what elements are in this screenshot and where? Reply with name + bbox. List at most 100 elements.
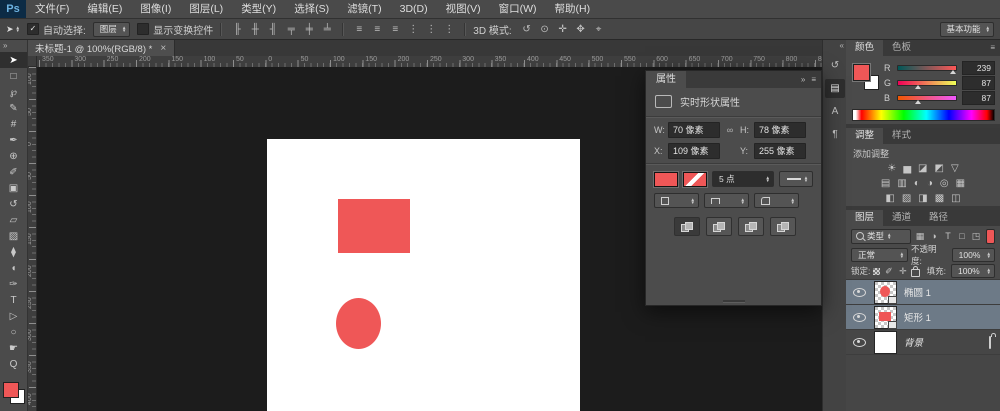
slider-marker-icon[interactable] xyxy=(950,70,956,74)
opacity-dropdown[interactable]: 100% xyxy=(952,248,995,262)
menu-item[interactable]: 视图(V) xyxy=(437,0,490,18)
rectangle-shape[interactable] xyxy=(338,199,410,253)
color-slider[interactable] xyxy=(897,80,957,86)
paragraph-panel-icon[interactable]: ¶ xyxy=(825,125,845,144)
pixel-layer-filter-icon[interactable]: ▦ xyxy=(914,231,926,242)
auto-select-target-dropdown[interactable]: 图层 xyxy=(93,22,130,37)
blend-mode-dropdown[interactable]: 正常 xyxy=(851,248,908,262)
type-tool[interactable]: T xyxy=(0,292,27,308)
photo-filter-icon[interactable]: ◑ xyxy=(927,179,933,189)
stroke-type-dropdown[interactable] xyxy=(779,171,813,187)
layer-thumbnail[interactable] xyxy=(874,281,897,304)
panel-menu-icon[interactable]: ≡ xyxy=(811,75,816,84)
layer-name[interactable]: 背景 xyxy=(904,335,923,349)
menu-item[interactable]: 图像(I) xyxy=(131,0,180,18)
gradient-map-icon[interactable]: ◫ xyxy=(951,194,960,204)
selective-color-icon[interactable]: ▩ xyxy=(935,194,944,204)
exclude-shapes-button[interactable] xyxy=(770,217,796,236)
intersect-shapes-button[interactable] xyxy=(738,217,764,236)
subtract-front-shape-button[interactable] xyxy=(706,217,732,236)
width-field[interactable]: 70 像素 xyxy=(668,122,720,138)
collapse-panel-icon[interactable]: » xyxy=(801,75,805,84)
panel-tab[interactable]: 通道 xyxy=(883,210,920,226)
lasso-tool[interactable]: ℘ xyxy=(0,84,27,100)
distribute-bottom-edges-icon[interactable]: ≡ xyxy=(387,22,403,37)
clone-stamp-tool[interactable]: ▣ xyxy=(0,180,27,196)
layer-row[interactable]: 椭圆 1 xyxy=(846,280,1000,305)
history-brush-tool[interactable]: ↺ xyxy=(0,196,27,212)
3d-roll-icon[interactable]: ⊙ xyxy=(537,22,553,37)
color-slider[interactable] xyxy=(897,65,957,71)
align-left-edges-icon[interactable]: ╟ xyxy=(229,22,245,37)
crop-tool[interactable]: # xyxy=(0,116,27,132)
distribute-horizontal-centers-icon[interactable]: ⋮ xyxy=(423,22,439,37)
stroke-align-select[interactable] xyxy=(654,193,699,208)
collapse-toolbar-button[interactable]: » xyxy=(0,40,27,52)
foreground-background-swatches[interactable] xyxy=(3,382,25,404)
invert-icon[interactable]: ◧ xyxy=(885,194,894,204)
vibrance-icon[interactable]: ▽ xyxy=(951,164,959,174)
type-layer-filter-icon[interactable]: T xyxy=(942,231,954,242)
align-bottom-edges-icon[interactable]: ╧ xyxy=(319,22,335,37)
exposure-icon[interactable]: ◩ xyxy=(934,164,943,174)
y-field[interactable]: 255 像素 xyxy=(754,143,806,159)
ellipse-shape[interactable] xyxy=(336,298,381,349)
auto-select-checkbox[interactable]: ✓ 自动选择: xyxy=(27,22,86,37)
blur-tool[interactable]: ⧫ xyxy=(0,244,27,260)
panel-tab[interactable]: 图层 xyxy=(846,210,883,226)
layer-visibility-eye-icon[interactable] xyxy=(853,288,866,297)
distribute-right-edges-icon[interactable]: ⋮ xyxy=(441,22,457,37)
foreground-color-swatch[interactable] xyxy=(3,382,19,398)
layer-row[interactable]: 矩形 1 xyxy=(846,305,1000,330)
layer-filter-toggle[interactable] xyxy=(986,229,995,244)
slider-marker-icon[interactable] xyxy=(915,100,921,104)
color-spectrum-ramp[interactable] xyxy=(852,109,995,121)
panel-tab[interactable]: 色板 xyxy=(883,40,920,56)
layer-visibility-eye-icon[interactable] xyxy=(853,313,866,322)
tool-preset-picker[interactable]: ➤ xyxy=(6,24,20,35)
fill-dropdown[interactable]: 100% xyxy=(951,264,995,278)
slider-marker-icon[interactable] xyxy=(915,85,921,89)
lock-position-icon[interactable]: ✛ xyxy=(897,266,908,277)
menu-item[interactable]: 文件(F) xyxy=(26,0,78,18)
levels-icon[interactable]: ▅ xyxy=(903,164,911,174)
document-canvas[interactable] xyxy=(267,139,580,411)
color-slider[interactable] xyxy=(897,95,957,101)
quick-selection-tool[interactable]: ✎ xyxy=(0,100,27,116)
stroke-cap-select[interactable] xyxy=(704,193,749,208)
align-horizontal-centers-icon[interactable]: ╫ xyxy=(247,22,263,37)
properties-panel-icon[interactable]: ▤ xyxy=(825,79,845,98)
black-white-icon[interactable]: ◐ xyxy=(914,179,920,189)
combine-shapes-button[interactable] xyxy=(674,217,700,236)
show-transform-checkbox[interactable]: 显示变换控件 xyxy=(137,22,213,37)
menu-item[interactable]: 类型(Y) xyxy=(232,0,285,18)
layer-filter-dropdown[interactable]: 类型 xyxy=(851,229,911,244)
panel-tab[interactable]: 颜色 xyxy=(846,40,883,56)
posterize-icon[interactable]: ▨ xyxy=(902,194,911,204)
menu-item[interactable]: 滤镜(T) xyxy=(338,0,390,18)
eraser-tool[interactable]: ▱ xyxy=(0,212,27,228)
x-field[interactable]: 109 像素 xyxy=(668,143,720,159)
path-selection-tool[interactable]: ▷ xyxy=(0,308,27,324)
adjustment-layer-filter-icon[interactable]: ◑ xyxy=(928,231,940,242)
menu-item[interactable]: 选择(S) xyxy=(285,0,338,18)
3d-drag-icon[interactable]: ✛ xyxy=(555,22,571,37)
move-tool[interactable]: ➤ xyxy=(0,52,27,68)
ruler-origin-corner[interactable] xyxy=(27,56,37,67)
height-field[interactable]: 78 像素 xyxy=(754,122,806,138)
stroke-width-field[interactable]: 5 点 xyxy=(712,171,774,187)
lock-image-pixels-icon[interactable]: ✐ xyxy=(883,266,894,277)
channel-value-field[interactable]: 239 xyxy=(962,61,995,75)
zoom-tool[interactable]: Q xyxy=(0,356,27,372)
panel-tab[interactable]: 调整 xyxy=(846,128,883,144)
align-top-edges-icon[interactable]: ╤ xyxy=(283,22,299,37)
dodge-tool[interactable]: ◖ xyxy=(0,260,27,276)
panel-tab[interactable]: 样式 xyxy=(883,128,920,144)
gradient-tool[interactable]: ▨ xyxy=(0,228,27,244)
distribute-left-edges-icon[interactable]: ⋮ xyxy=(405,22,421,37)
3d-rotate-icon[interactable]: ↺ xyxy=(519,22,535,37)
align-vertical-centers-icon[interactable]: ╪ xyxy=(301,22,317,37)
lock-transparent-pixels-icon[interactable] xyxy=(873,268,880,275)
channel-value-field[interactable]: 87 xyxy=(962,91,995,105)
ellipse-tool[interactable]: ○ xyxy=(0,324,27,340)
